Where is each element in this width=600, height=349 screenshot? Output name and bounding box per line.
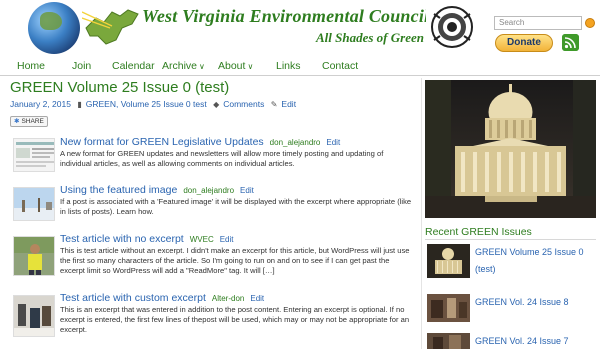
post-categories[interactable]: GREEN, Volume 25 Issue 0 test xyxy=(86,99,207,109)
main-nav: Home Join Calendar Archive ∨ About ∨ Links… xyxy=(0,57,600,76)
nav-item-calendar[interactable]: Calendar xyxy=(112,60,155,72)
article-excerpt: This is test article without an excerpt.… xyxy=(60,246,410,275)
wv-state-logo-icon xyxy=(82,9,139,45)
article-title[interactable]: Using the featured image don_alejandro Edi… xyxy=(60,184,254,196)
article-title-text[interactable]: Test article with no excerpt xyxy=(60,233,184,245)
search-icon[interactable] xyxy=(585,18,595,28)
list-item: Using the featured image don_alejandro Edi… xyxy=(10,184,412,228)
edit-icon: ✎ xyxy=(270,100,278,109)
nav-item-links[interactable]: Links xyxy=(276,60,301,72)
nav-item-about[interactable]: About ∨ xyxy=(218,60,253,72)
donate-button[interactable]: Donate xyxy=(495,34,553,52)
share-icon: ✱ xyxy=(14,118,20,125)
site-tagline: All Shades of Green xyxy=(316,30,424,45)
article-title-text[interactable]: New format for GREEN Legislative Updates xyxy=(60,136,264,148)
nav-label: Calendar xyxy=(112,60,155,72)
post-meta: January 2, 2015 ▮ GREEN, Volume 25 Issue … xyxy=(10,99,300,109)
article-excerpt: A new format for GREEN updates and newsl… xyxy=(60,149,384,168)
issue-title[interactable]: GREEN Vol. 24 Issue 8 xyxy=(475,294,595,311)
nav-label: Links xyxy=(276,60,301,72)
site-title[interactable]: West Virginia Environmental Council xyxy=(142,6,429,27)
list-item: New format for GREEN Legislative Updates… xyxy=(10,136,410,180)
column-divider xyxy=(421,78,422,349)
issue-thumbnail[interactable] xyxy=(427,333,470,349)
article-title[interactable]: Test article with no excerpt WVEC Edit xyxy=(60,233,234,245)
comments-link[interactable]: Comments xyxy=(223,99,264,109)
search-input[interactable]: Search xyxy=(494,16,582,30)
post-date[interactable]: January 2, 2015 xyxy=(10,99,71,109)
article-title-text[interactable]: Test article with custom excerpt xyxy=(60,292,206,304)
article-thumbnail[interactable] xyxy=(13,187,55,221)
nav-label: Home xyxy=(17,60,46,72)
sidebar-divider xyxy=(425,239,596,240)
article-edit-link[interactable]: Edit xyxy=(326,138,340,147)
nav-label: About xyxy=(218,60,246,72)
sidebar-heading: Recent GREEN Issues xyxy=(425,226,532,238)
nav-item-archive[interactable]: Archive ∨ xyxy=(162,60,205,72)
folder-icon: ▮ xyxy=(77,100,82,109)
article-title[interactable]: New format for GREEN Legislative Updates… xyxy=(60,136,340,148)
share-label: SHARE xyxy=(21,118,44,125)
page-title[interactable]: GREEN Volume 25 Issue 0 (test) xyxy=(10,79,229,96)
article-thumbnail[interactable] xyxy=(13,236,55,276)
issue-thumbnail[interactable] xyxy=(427,294,470,322)
sidebar-issue-item[interactable]: GREEN Vol. 24 Issue 8 xyxy=(427,294,597,324)
issue-title[interactable]: GREEN Volume 25 Issue 0 (test) xyxy=(475,244,595,278)
article-excerpt: This is an excerpt that was entered in a… xyxy=(60,305,410,334)
article-title-text[interactable]: Using the featured image xyxy=(60,184,177,196)
sidebar-issue-item[interactable]: GREEN Volume 25 Issue 0 (test) xyxy=(427,244,597,282)
article-excerpt: If a post is associated with a 'Featured… xyxy=(60,197,412,216)
article-author[interactable]: Alter-don xyxy=(212,294,244,303)
nav-item-contact[interactable]: Contact xyxy=(322,60,358,72)
capitol-featured-image[interactable] xyxy=(425,80,596,218)
article-edit-link[interactable]: Edit xyxy=(250,294,264,303)
nav-item-home[interactable]: Home xyxy=(17,60,45,72)
nav-label: Contact xyxy=(322,60,359,72)
chevron-down-icon: ∨ xyxy=(199,62,205,71)
article-thumbnail[interactable] xyxy=(13,138,55,172)
nav-label: Archive xyxy=(162,60,198,72)
issue-thumbnail[interactable] xyxy=(427,244,470,278)
list-item: Test article with custom excerpt Alter-do… xyxy=(10,292,410,348)
share-button[interactable]: ✱ SHARE xyxy=(10,116,48,127)
sidebar-issue-item[interactable]: GREEN Vol. 24 Issue 7 xyxy=(427,333,597,349)
edit-link[interactable]: Edit xyxy=(281,99,296,109)
seal-logo-icon xyxy=(426,4,478,50)
article-edit-link[interactable]: Edit xyxy=(240,186,254,195)
article-title[interactable]: Test article with custom excerpt Alter-do… xyxy=(60,292,264,304)
nav-label: Join xyxy=(72,60,92,72)
globe-logo-icon[interactable] xyxy=(28,2,80,54)
list-item: Test article with no excerpt WVEC Edit Thi… xyxy=(10,233,410,289)
nav-item-join[interactable]: Join xyxy=(72,60,91,72)
article-edit-link[interactable]: Edit xyxy=(220,235,234,244)
comment-icon: ◆ xyxy=(213,100,220,109)
article-thumbnail[interactable] xyxy=(13,295,55,337)
article-author[interactable]: don_alejandro xyxy=(270,138,321,147)
site-header: West Virginia Environmental Council All … xyxy=(0,0,600,56)
issue-title[interactable]: GREEN Vol. 24 Issue 7 xyxy=(475,333,595,349)
chevron-down-icon: ∨ xyxy=(247,62,254,71)
article-author[interactable]: WVEC xyxy=(190,235,214,244)
nav-divider xyxy=(0,75,600,76)
article-author[interactable]: don_alejandro xyxy=(183,186,234,195)
rss-icon[interactable] xyxy=(562,34,579,51)
